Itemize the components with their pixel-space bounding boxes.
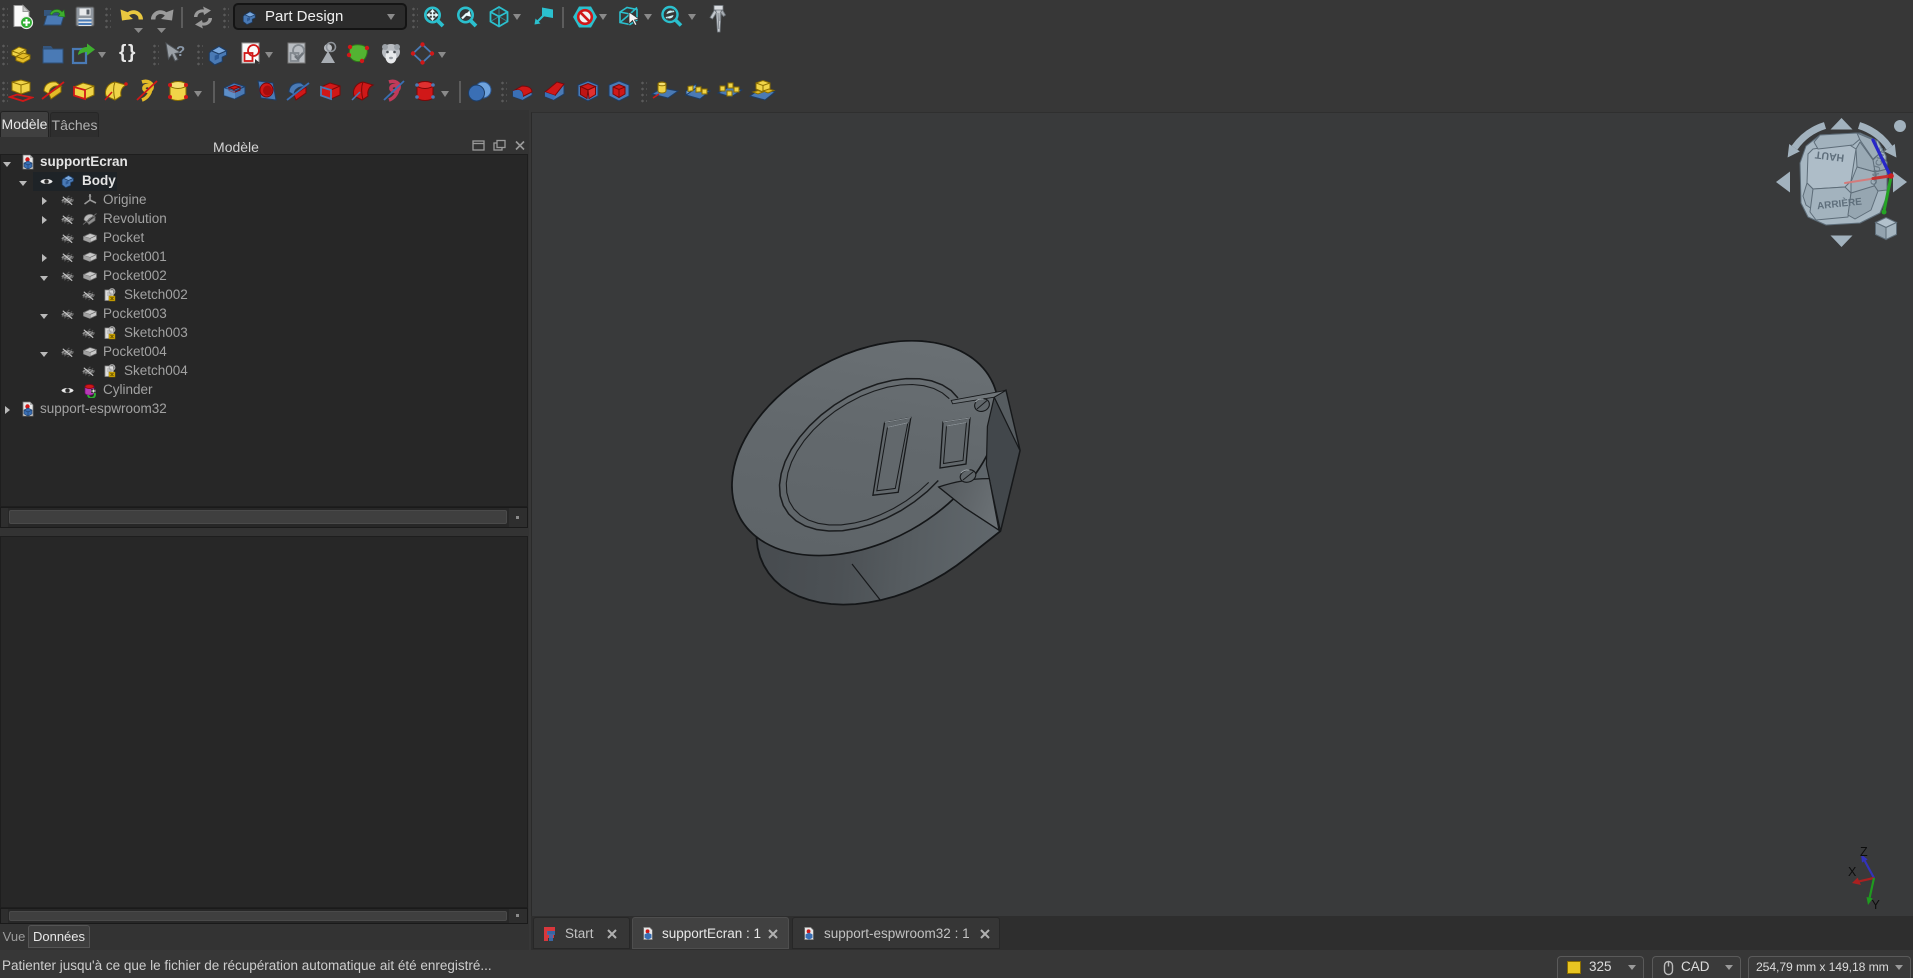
svg-text:Y: Y <box>1872 898 1881 912</box>
svg-text:X: X <box>1848 865 1857 879</box>
svg-text:?: ? <box>176 43 185 60</box>
svg-text:Z: Z <box>1860 845 1868 859</box>
